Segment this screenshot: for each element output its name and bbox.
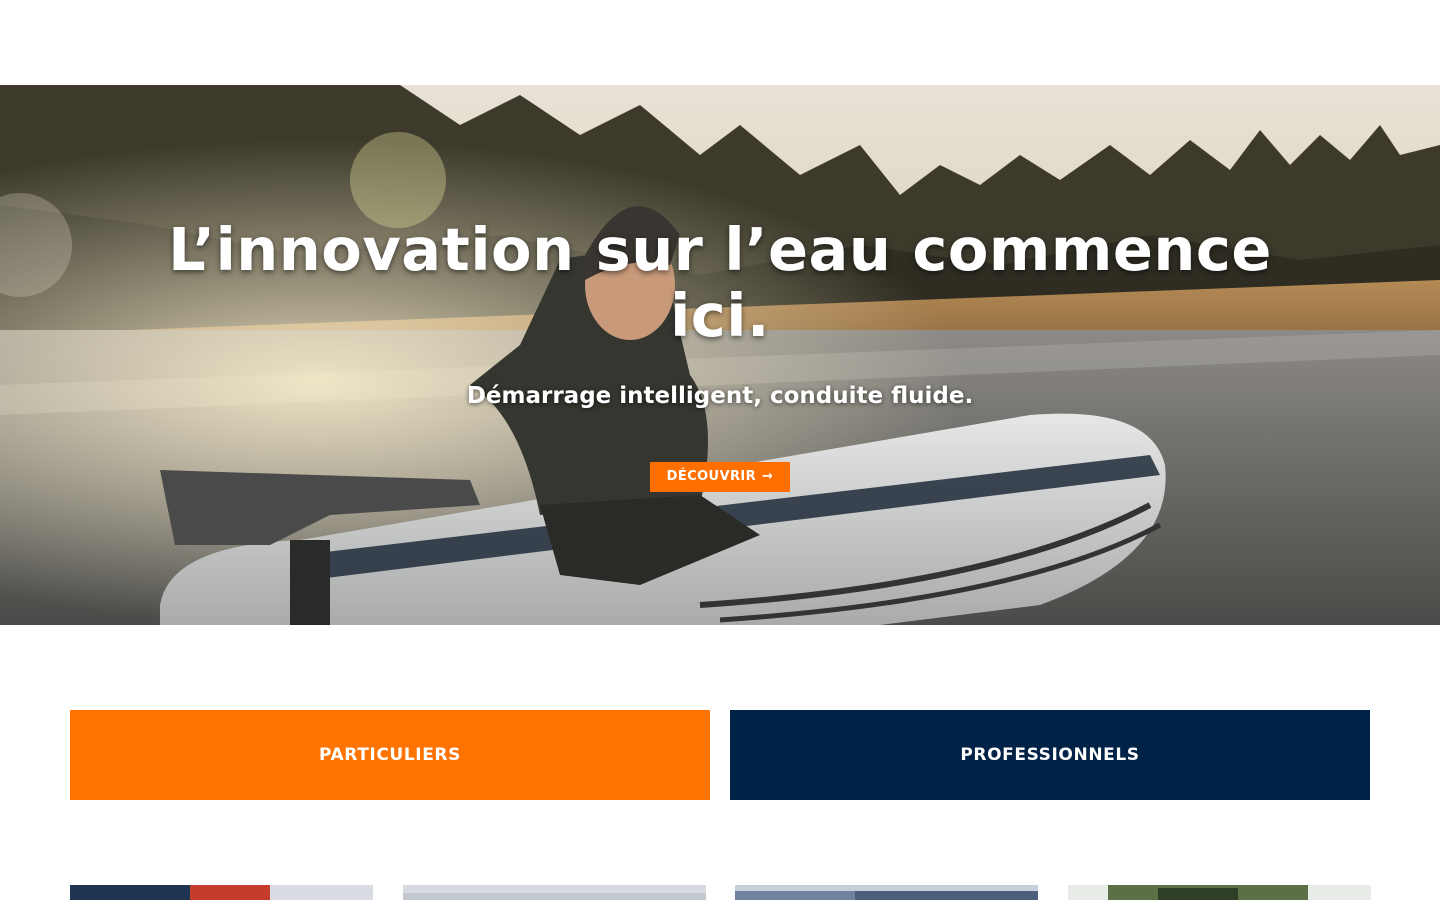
professionals-button[interactable]: PROFESSIONNELS (730, 710, 1370, 800)
arrow-right-icon: → (762, 469, 774, 484)
site-header (0, 0, 1440, 85)
feature-card-4-image[interactable] (1068, 885, 1371, 900)
private-customers-button[interactable]: PARTICULIERS (70, 710, 710, 800)
hero-banner: L’innovation sur l’eau commence ici. Dém… (0, 85, 1440, 625)
discover-button[interactable]: DÉCOUVRIR → (650, 462, 790, 492)
discover-button-label: DÉCOUVRIR (666, 469, 757, 484)
hero-subtitle: Démarrage intelligent, conduite fluide. (466, 383, 974, 409)
feature-cards-row (0, 885, 1440, 900)
hero-title: L’innovation sur l’eau commence ici. (168, 215, 1272, 350)
feature-card-1-image[interactable] (70, 885, 373, 900)
feature-card-3-image[interactable] (735, 885, 1038, 900)
professionals-label: PROFESSIONNELS (960, 745, 1140, 765)
private-customers-label: PARTICULIERS (319, 745, 461, 765)
hero-content: L’innovation sur l’eau commence ici. Dém… (0, 85, 1440, 625)
feature-card-2-image[interactable] (403, 885, 706, 900)
